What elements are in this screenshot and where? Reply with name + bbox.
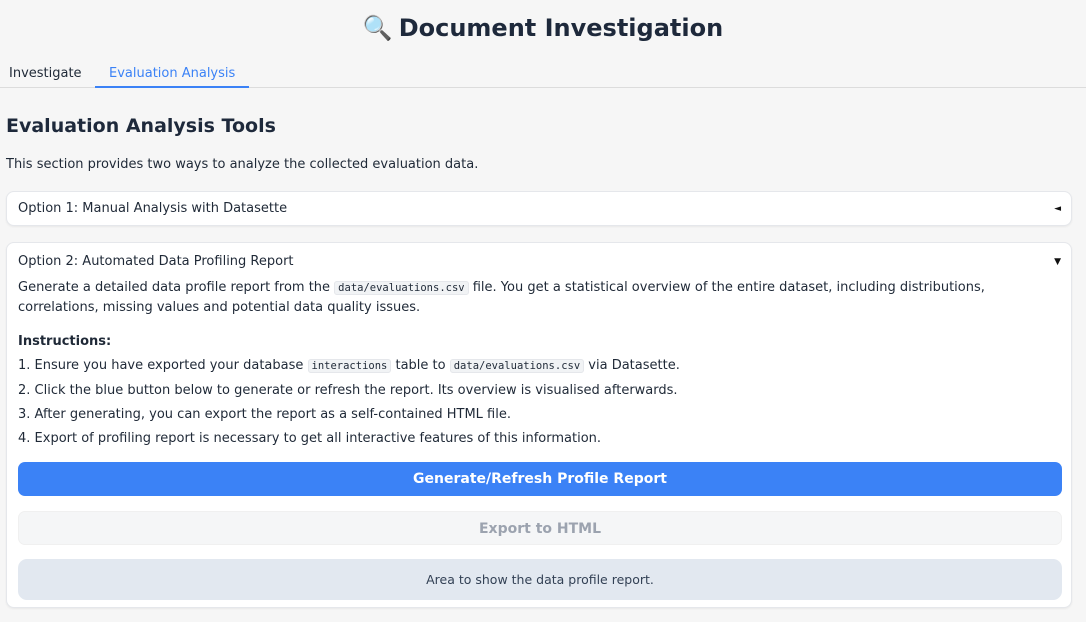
app-title: 🔍 Document Investigation — [0, 14, 1086, 42]
tab-bar: Investigate Evaluation Analysis — [0, 60, 1086, 88]
description-text: Generate a detailed data profile report … — [18, 280, 335, 295]
app-title-text: Document Investigation — [398, 14, 724, 42]
instruction-step-1: 1. Ensure you have exported your databas… — [18, 358, 680, 373]
instructions-title: Instructions: — [18, 334, 112, 349]
file-path-code: data/evaluations.csv — [334, 281, 469, 295]
instruction-step-2: 2. Click the blue button below to genera… — [18, 383, 678, 398]
instruction-step-3: 3. After generating, you can export the … — [18, 407, 511, 422]
step-1-text-end: via Datasette. — [584, 358, 680, 373]
accordion-option-2-title[interactable]: Option 2: Automated Data Profiling Repor… — [18, 245, 1058, 280]
file-path-code-2: data/evaluations.csv — [449, 359, 585, 373]
export-html-button[interactable]: Export to HTML — [18, 511, 1062, 545]
magnifier-icon: 🔍 — [362, 14, 393, 42]
accordion-option-1[interactable]: Option 1: Manual Analysis with Datasette… — [6, 191, 1072, 226]
step-1-text: 1. Ensure you have exported your databas… — [18, 358, 308, 373]
instruction-step-4: 4. Export of profiling report is necessa… — [18, 431, 602, 446]
profiling-description: Generate a detailed data profile report … — [18, 278, 1053, 318]
report-output-area: Area to show the data profile report. — [18, 559, 1062, 600]
generate-report-button[interactable]: Generate/Refresh Profile Report — [18, 462, 1062, 496]
tab-investigate[interactable]: Investigate — [1, 60, 90, 88]
section-heading: Evaluation Analysis Tools — [6, 115, 276, 137]
section-intro: This section provides two ways to analyz… — [6, 157, 479, 172]
caret-left-icon[interactable]: ◄ — [1054, 204, 1061, 214]
accordion-option-1-title[interactable]: Option 1: Manual Analysis with Datasette — [18, 192, 1058, 227]
tab-evaluation-analysis[interactable]: Evaluation Analysis — [95, 60, 250, 88]
caret-down-icon[interactable]: ▼ — [1054, 257, 1061, 267]
step-1-text-mid: table to — [391, 358, 450, 373]
accordion-option-2: Option 2: Automated Data Profiling Repor… — [6, 242, 1072, 608]
table-name-code: interactions — [307, 359, 392, 373]
